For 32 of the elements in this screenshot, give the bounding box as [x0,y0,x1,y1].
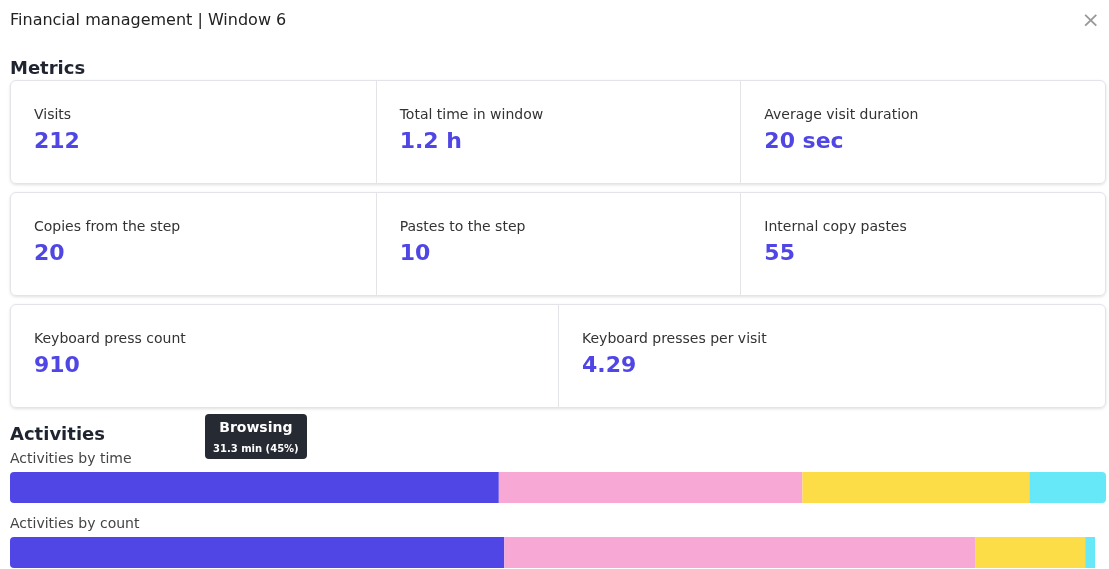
close-button[interactable]: × [1077,6,1104,32]
metric-label: Visits [34,106,73,122]
metric-label: Keyboard press count [34,330,187,346]
metric-label: Keyboard presses per visit [582,330,768,346]
bar-label: Activities by count [10,515,140,533]
metric-label: Pastes to the step [399,218,527,234]
metric-label: Total time in window [399,106,545,122]
metric-value: 10 [399,240,432,265]
metric-label: Average visit duration [764,106,920,122]
bar-segment[interactable] [802,472,1030,503]
metric-value: 20 [34,240,66,265]
bar-segment[interactable] [1029,472,1106,503]
metric-value: 212 [34,128,81,153]
metric-value: 4.29 [582,352,638,377]
tooltip-text: 31.3 min (45%) [213,443,299,454]
window-title: Financial management | Window 6 [10,9,287,29]
bar-segment[interactable] [498,472,803,503]
metric-value: 910 [34,352,81,377]
metric-value: 55 [764,240,796,265]
metric-value: 1.2 h [399,128,463,153]
section-heading: Metrics [10,56,86,80]
metric-label: Internal copy pastes [764,218,908,234]
bar-segment[interactable] [504,537,976,568]
bar-segment[interactable] [975,537,1086,568]
bar-segment[interactable] [10,537,505,568]
metric-value: 20 sec [764,128,845,153]
bar-segment[interactable] [10,472,499,503]
bar-segment[interactable] [1085,537,1096,568]
bar-label: Activities by time [10,450,132,468]
metric-label: Copies from the step [34,218,182,234]
section-heading: Activities [10,424,105,444]
tooltip-title: Browsing [218,419,294,435]
